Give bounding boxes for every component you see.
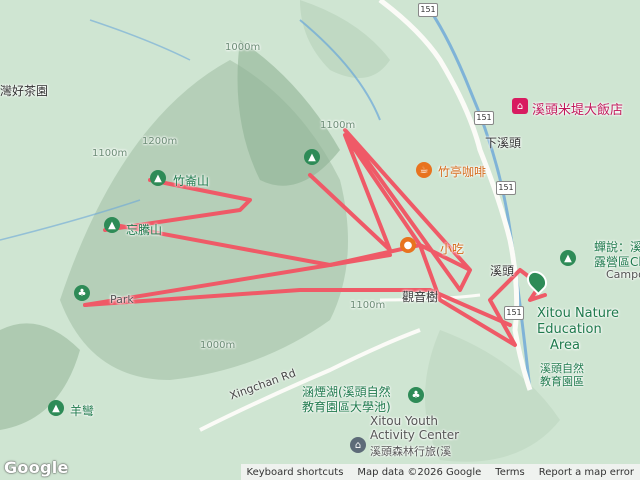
place-label[interactable]: Xitou Youth	[370, 414, 438, 428]
route-shield: 151	[474, 111, 494, 125]
place-label[interactable]: 溪頭森林行旅(溪	[370, 443, 451, 459]
place-label[interactable]: 教育園區大學池)	[302, 398, 391, 415]
park-icon[interactable]: ♣	[74, 285, 90, 301]
place-label: 溪頭	[490, 264, 515, 278]
terms-link[interactable]: Terms	[495, 467, 524, 478]
report-error-link[interactable]: Report a map error	[539, 467, 634, 478]
place-label[interactable]: 竹亭咖啡	[438, 163, 486, 180]
place-label: Campo	[606, 268, 640, 281]
peak-icon[interactable]: ▲	[48, 400, 64, 416]
place-label[interactable]: Xitou Nature	[537, 306, 619, 321]
place-label: 灣好茶園	[0, 84, 49, 98]
place-label[interactable]: 溪頭米堤大飯店	[532, 99, 623, 118]
place-label: 下溪頭	[485, 136, 522, 150]
peak-icon[interactable]: ▲	[304, 149, 320, 165]
contour-label: 1100m	[350, 300, 386, 311]
place-label[interactable]: 羊彎	[70, 402, 94, 419]
campground-icon[interactable]: ▲	[560, 250, 576, 266]
peak-icon[interactable]: ▲	[104, 217, 120, 233]
place-label[interactable]: Activity Center	[370, 428, 459, 442]
route-shield: 151	[496, 181, 516, 195]
attribution-bar: Keyboard shortcuts Map data ©2026 Google…	[0, 464, 640, 480]
place-label[interactable]: 教育園區	[540, 373, 584, 389]
route-shield: 151	[418, 3, 438, 17]
place-label[interactable]: 忘騰山	[126, 221, 162, 238]
contour-label: 1100m	[320, 120, 356, 131]
route-shield: 151	[504, 306, 524, 320]
place-label[interactable]: Area	[550, 338, 580, 353]
contour-label: 1000m	[225, 42, 261, 53]
place-label[interactable]: 小吃	[440, 240, 464, 257]
place-label: 觀音樹	[402, 290, 439, 304]
hotel-icon[interactable]: ⌂	[512, 98, 528, 114]
map-data-text: Map data ©2026 Google	[357, 466, 482, 478]
contour-label: 1100m	[92, 148, 128, 159]
restaurant-icon[interactable]: ●	[400, 237, 416, 253]
keyboard-shortcuts-link[interactable]: Keyboard shortcuts	[247, 467, 344, 478]
peak-icon[interactable]: ▲	[150, 170, 166, 186]
contour-label: 1200m	[142, 136, 178, 147]
place-label[interactable]: 竹崙山	[173, 172, 209, 189]
map-canvas[interactable]: 1000m 1100m 1200m 1100m 1100m 1000m 151 …	[0, 0, 640, 480]
hotel-icon[interactable]: ⌂	[350, 437, 366, 453]
contour-label: 1000m	[200, 340, 236, 351]
place-label: Park	[110, 293, 134, 306]
place-label[interactable]: Education	[537, 322, 602, 337]
park-icon[interactable]: ♣	[408, 387, 424, 403]
cafe-icon[interactable]: ☕	[416, 162, 432, 178]
